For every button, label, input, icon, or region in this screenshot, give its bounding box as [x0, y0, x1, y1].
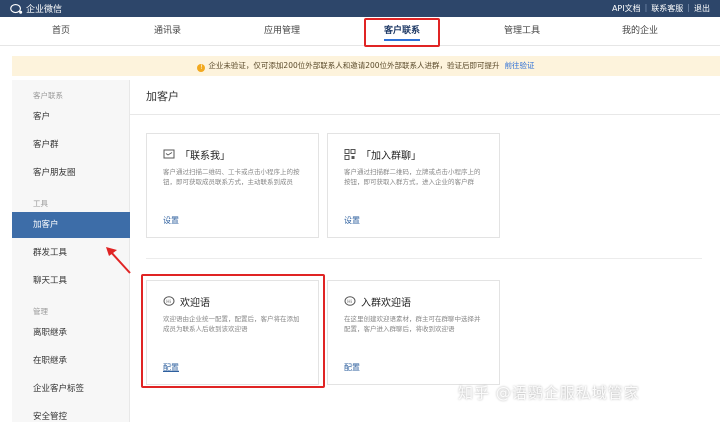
sidebar-group-tools: 工具: [33, 199, 48, 208]
sidebar-item-customer-tags[interactable]: 企业客户标签: [12, 376, 130, 402]
sidebar-item-customer-groups[interactable]: 客户群: [12, 132, 130, 158]
card-highlight-box: [141, 274, 325, 388]
annotation-arrow-icon: [106, 247, 131, 274]
nav-tab-home[interactable]: 首页: [52, 23, 70, 36]
nav-tab-my-company[interactable]: 我的企业: [622, 23, 658, 36]
card-contact-me[interactable]: 「联系我」 客户通过扫描二维码、工卡或点击小程序上的按钮，即可获取成员联系方式，…: [146, 133, 319, 238]
card-description: 在这里创建欢迎语素材，群主可在群聊中选择并配置，客户进入群聊后，将收到欢迎语: [344, 315, 481, 333]
top-bar: 企业微信 API文档 | 联系客服 | 退出: [0, 0, 720, 17]
card-title: 「联系我」: [180, 151, 230, 162]
wecom-logo-icon: [10, 3, 23, 14]
top-link-separator: |: [644, 3, 648, 12]
sidebar-item-moments[interactable]: 客户朋友圈: [12, 160, 130, 186]
warning-icon: !: [197, 64, 206, 72]
card-config-link[interactable]: 配置: [344, 362, 360, 373]
top-link-separator: |: [687, 3, 690, 12]
watermark: 知乎 @语鹦企服私域管家: [458, 384, 640, 402]
nav-tab-app-management[interactable]: 应用管理: [264, 23, 300, 36]
app-logo[interactable]: 企业微信: [10, 2, 62, 15]
qr-code-icon: [344, 149, 356, 160]
group-greeting-icon: Hi: [344, 296, 356, 306]
page-title: 加客户: [146, 90, 179, 103]
contact-me-icon: [163, 149, 175, 159]
nav-tab-management-tools[interactable]: 管理工具: [504, 23, 540, 36]
api-docs-link[interactable]: API文档: [612, 3, 641, 14]
svg-text:Hi: Hi: [347, 299, 352, 305]
card-description: 客户通过扫描二维码、工卡或点击小程序上的按钮，即可获取成员联系方式，主动联系到成…: [163, 168, 300, 186]
sidebar-group-customer-contact: 客户联系: [33, 91, 63, 100]
card-setup-link[interactable]: 设置: [163, 215, 179, 226]
top-links: API文档 | 联系客服 | 退出: [612, 3, 710, 14]
card-description: 客户通过扫描群二维码，立牌或点击小程序上的按钮，即可获取入群方式，进入企业的客户…: [344, 168, 481, 186]
verify-link[interactable]: 前往验证: [505, 61, 535, 70]
main-nav: 首页 通讯录 应用管理 客户联系 管理工具 我的企业: [0, 17, 720, 46]
logout-link[interactable]: 退出: [694, 3, 710, 14]
sidebar-item-active-transfer[interactable]: 在职继承: [12, 348, 130, 374]
sidebar-item-security[interactable]: 安全管控: [12, 404, 130, 422]
app-name: 企业微信: [26, 5, 63, 15]
card-setup-link[interactable]: 设置: [344, 215, 360, 226]
nav-tab-contacts[interactable]: 通讯录: [154, 23, 181, 36]
sidebar-item-add-customer[interactable]: 加客户: [12, 212, 130, 238]
card-title: 「加入群聊」: [361, 151, 421, 162]
card-group-welcome-message[interactable]: Hi 入群欢迎语 在这里创建欢迎语素材，群主可在群聊中选择并配置，客户进入群聊后…: [327, 280, 500, 385]
notice-text: 企业未验证，仅可添加200位外部联系人和邀请200位外部联系人进群，验证后即可提…: [208, 61, 500, 70]
sidebar-item-customers[interactable]: 客户: [12, 104, 130, 130]
sidebar-item-resigned-transfer[interactable]: 离职继承: [12, 320, 130, 346]
section-divider: [146, 258, 702, 259]
nav-highlight-box: [364, 18, 440, 47]
verification-notice: ! 企业未验证，仅可添加200位外部联系人和邀请200位外部联系人进群，验证后即可…: [12, 56, 720, 76]
card-title: 入群欢迎语: [361, 298, 411, 309]
card-join-group[interactable]: 「加入群聊」 客户通过扫描群二维码，立牌或点击小程序上的按钮，即可获取入群方式，…: [327, 133, 500, 238]
sidebar-group-management: 管理: [33, 307, 48, 316]
contact-support-link[interactable]: 联系客服: [651, 3, 683, 14]
title-divider: [130, 114, 720, 115]
